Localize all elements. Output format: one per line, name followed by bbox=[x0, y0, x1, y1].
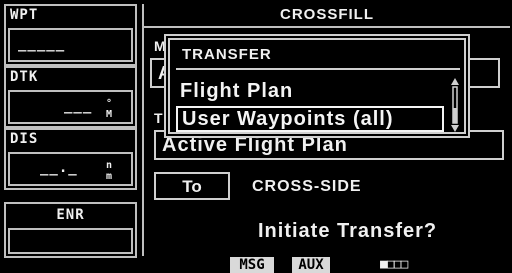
cross-side-label: CROSS-SIDE bbox=[252, 178, 362, 195]
desired-track-label: DTK bbox=[10, 69, 39, 85]
waypoint-value: _____ bbox=[18, 36, 66, 52]
desired-track-panel: DTK ___ °M bbox=[4, 66, 137, 128]
desired-track-value: ___ bbox=[64, 98, 93, 114]
title-separator bbox=[144, 26, 510, 28]
page-group-indicator: ■□□□ bbox=[380, 257, 408, 272]
transfer-popup-inner: TRANSFER Flight Plan User Waypoints (all… bbox=[168, 38, 466, 134]
distance-value-box: __._ nm bbox=[8, 152, 133, 186]
popup-title-separator bbox=[176, 68, 460, 70]
menu-item-user-waypoints[interactable]: User Waypoints (all) bbox=[176, 106, 444, 132]
to-button-label: To bbox=[182, 177, 202, 196]
distance-unit: nm bbox=[106, 160, 113, 182]
to-button[interactable]: To bbox=[154, 172, 230, 200]
mode-panel: ENR bbox=[4, 202, 137, 258]
transfer-popup: TRANSFER Flight Plan User Waypoints (all… bbox=[164, 34, 470, 138]
popup-scrollbar[interactable] bbox=[450, 78, 460, 132]
distance-panel: DIS __._ nm bbox=[4, 128, 137, 190]
distance-label: DIS bbox=[10, 131, 39, 147]
menu-item-flight-plan[interactable]: Flight Plan bbox=[180, 80, 293, 103]
desired-track-unit: °M bbox=[106, 98, 113, 120]
bottom-bar: MSG AUX ■□□□ bbox=[0, 257, 512, 273]
scrollbar-track-icon bbox=[451, 78, 459, 132]
field2-hint: T bbox=[154, 110, 163, 126]
waypoint-value-box: _____ bbox=[8, 28, 133, 62]
transfer-popup-title: TRANSFER bbox=[182, 46, 272, 63]
waypoint-label: WPT bbox=[10, 7, 39, 23]
page-title: CROSSFILL bbox=[280, 6, 374, 23]
distance-value: __._ bbox=[40, 160, 78, 176]
mode-value-box bbox=[8, 228, 133, 254]
msg-softkey[interactable]: MSG bbox=[230, 257, 274, 273]
initiate-transfer-prompt[interactable]: Initiate Transfer? bbox=[258, 220, 437, 243]
menu-item-user-waypoints-label: User Waypoints (all) bbox=[182, 108, 394, 130]
aux-softkey[interactable]: AUX bbox=[292, 257, 330, 273]
mode-label: ENR bbox=[56, 207, 85, 223]
waypoint-panel: WPT _____ bbox=[4, 4, 137, 66]
desired-track-value-box: ___ °M bbox=[8, 90, 133, 124]
